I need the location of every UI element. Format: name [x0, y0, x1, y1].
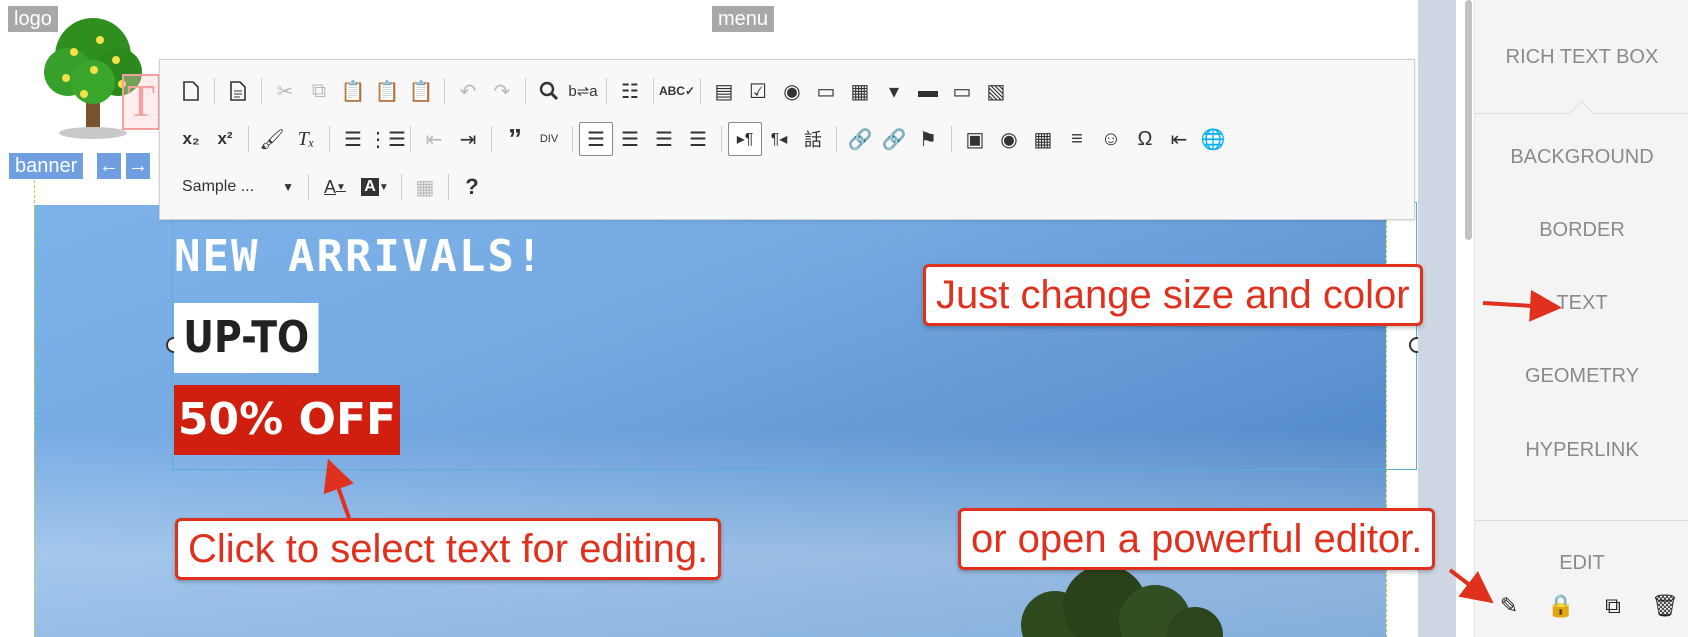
callout-editor: or open a powerful editor.: [958, 508, 1436, 570]
help-icon[interactable]: ?: [455, 170, 489, 204]
increase-indent-icon[interactable]: ⇥: [451, 122, 485, 156]
anchor-icon[interactable]: ⚑: [911, 122, 945, 156]
text-field-icon[interactable]: ▭: [809, 74, 843, 108]
paste-word-icon[interactable]: 📋: [404, 74, 438, 108]
special-char-icon[interactable]: Ω: [1128, 122, 1162, 156]
toolbar-row-1: ✂ ⧉ 📋 📋 📋 ↶ ↷ b⇌a ☷ ABC✓ ▤ ☑ ◉ ▭ ▦ ▾ ▬ ▭…: [174, 72, 1013, 110]
toolbar-row-2: x₂ x² 🖌 Tₓ ☰ ⋮☰ ⇤ ⇥ ” DIV ☰ ☰ ☰ ☰ ▸¶ ¶◂ …: [174, 120, 1230, 158]
flash-icon[interactable]: ◉: [992, 122, 1026, 156]
format-combo[interactable]: Sample ... ▼: [174, 178, 302, 196]
copy-format-icon[interactable]: 🖌: [255, 122, 289, 156]
undo-icon[interactable]: ↶: [451, 74, 485, 108]
spellcheck-icon[interactable]: ABC✓: [659, 74, 695, 108]
paste-text-icon[interactable]: 📋: [370, 74, 404, 108]
cut-icon[interactable]: ✂: [268, 74, 302, 108]
chevron-down-icon: ▼: [282, 180, 294, 194]
language-icon[interactable]: 話: [796, 122, 830, 156]
banner-tag[interactable]: banner: [9, 153, 84, 179]
arrow-right-icon[interactable]: →: [126, 153, 150, 179]
upto-text[interactable]: UP-TO: [174, 303, 319, 373]
text-color-icon[interactable]: A ▼: [315, 170, 355, 204]
templates-icon[interactable]: [221, 74, 255, 108]
guide-line-left: [34, 180, 35, 637]
toolbar-row-3: Sample ... ▼ A ▼ A ▼ ▦ ?: [174, 168, 489, 206]
horizontal-line-icon[interactable]: ≡: [1060, 122, 1094, 156]
find-icon[interactable]: [532, 74, 566, 108]
select-icon[interactable]: ▾: [877, 74, 911, 108]
iframe-icon[interactable]: 🌐: [1196, 122, 1230, 156]
app-window: logo T menu banner ← → NEW ARRIVALS! UP-…: [0, 0, 1688, 637]
form-icon[interactable]: ▤: [707, 74, 741, 108]
justify-icon[interactable]: ☰: [681, 122, 715, 156]
align-left-icon[interactable]: ☰: [579, 122, 613, 156]
panel-item-background[interactable]: BACKGROUND: [1475, 146, 1688, 169]
panel-item-geometry[interactable]: GEOMETRY: [1475, 365, 1688, 388]
callout-select-text: Click to select text for editing.: [175, 518, 722, 580]
copy-icon[interactable]: ⧉: [302, 74, 336, 108]
table-icon[interactable]: ▦: [1026, 122, 1060, 156]
panel-item-border[interactable]: BORDER: [1475, 219, 1688, 242]
decrease-indent-icon[interactable]: ⇤: [417, 122, 451, 156]
remove-format-icon[interactable]: Tₓ: [289, 122, 323, 156]
arrow-left-icon[interactable]: ←: [97, 153, 121, 179]
align-center-icon[interactable]: ☰: [613, 122, 647, 156]
textarea-icon[interactable]: ▦: [843, 74, 877, 108]
page-break-icon[interactable]: ⇤: [1162, 122, 1196, 156]
image-icon[interactable]: ▣: [958, 122, 992, 156]
link-icon[interactable]: 🔗: [843, 122, 877, 156]
unlink-icon[interactable]: 🔗: [877, 122, 911, 156]
bg-color-icon[interactable]: A ▼: [355, 170, 395, 204]
numbered-list-icon[interactable]: ☰: [336, 122, 370, 156]
canvas-scrollbar-thumb[interactable]: [1465, 0, 1472, 240]
new-page-icon[interactable]: [174, 74, 208, 108]
text-widget-icon[interactable]: T: [122, 74, 160, 130]
smiley-icon[interactable]: ☺: [1094, 122, 1128, 156]
rtl-icon[interactable]: ¶◂: [762, 122, 796, 156]
panel-item-hyperlink[interactable]: HYPERLINK: [1475, 439, 1688, 462]
radio-icon[interactable]: ◉: [775, 74, 809, 108]
ltr-icon[interactable]: ▸¶: [728, 122, 762, 156]
lock-icon[interactable]: 🔒: [1547, 592, 1575, 620]
button-icon[interactable]: ▬: [911, 74, 945, 108]
align-right-icon[interactable]: ☰: [647, 122, 681, 156]
image-button-icon[interactable]: ▭: [945, 74, 979, 108]
trash-icon[interactable]: 🗑: [1651, 592, 1679, 620]
callout-size-color: Just change size and color: [923, 264, 1423, 326]
bulleted-list-icon[interactable]: ⋮☰: [368, 122, 406, 156]
hidden-field-icon[interactable]: ▧: [979, 74, 1013, 108]
redo-icon[interactable]: ↷: [485, 74, 519, 108]
div-icon[interactable]: DIV: [532, 122, 566, 156]
checkbox-icon[interactable]: ☑: [741, 74, 775, 108]
superscript-icon[interactable]: x²: [208, 122, 242, 156]
replace-icon[interactable]: b⇌a: [566, 74, 600, 108]
pencil-icon[interactable]: ✎: [1495, 592, 1523, 620]
headline-text[interactable]: NEW ARRIVALS!: [174, 231, 544, 282]
format-combo-value: Sample ...: [182, 178, 255, 195]
select-all-icon[interactable]: ☷: [613, 74, 647, 108]
blockquote-icon[interactable]: ”: [498, 122, 532, 156]
discount-text[interactable]: 50% OFF: [174, 385, 400, 455]
show-blocks-icon[interactable]: ▦: [408, 170, 442, 204]
paste-icon[interactable]: 📋: [336, 74, 370, 108]
banner-tree-photo: [1021, 565, 1223, 637]
panel-title: RICH TEXT BOX: [1505, 46, 1659, 68]
property-panel: RICH TEXT BOX BACKGROUND BORDER TEXT GEO…: [1474, 0, 1688, 637]
duplicate-icon[interactable]: ⧉: [1599, 592, 1627, 620]
subscript-icon[interactable]: x₂: [174, 122, 208, 156]
menu-tag[interactable]: menu: [712, 6, 775, 32]
panel-item-text[interactable]: TEXT: [1475, 292, 1688, 315]
rich-text-toolbar: ✂ ⧉ 📋 📋 📋 ↶ ↷ b⇌a ☷ ABC✓ ▤ ☑ ◉ ▭ ▦ ▾ ▬ ▭…: [159, 59, 1415, 220]
panel-edit-label: EDIT: [1559, 552, 1605, 574]
